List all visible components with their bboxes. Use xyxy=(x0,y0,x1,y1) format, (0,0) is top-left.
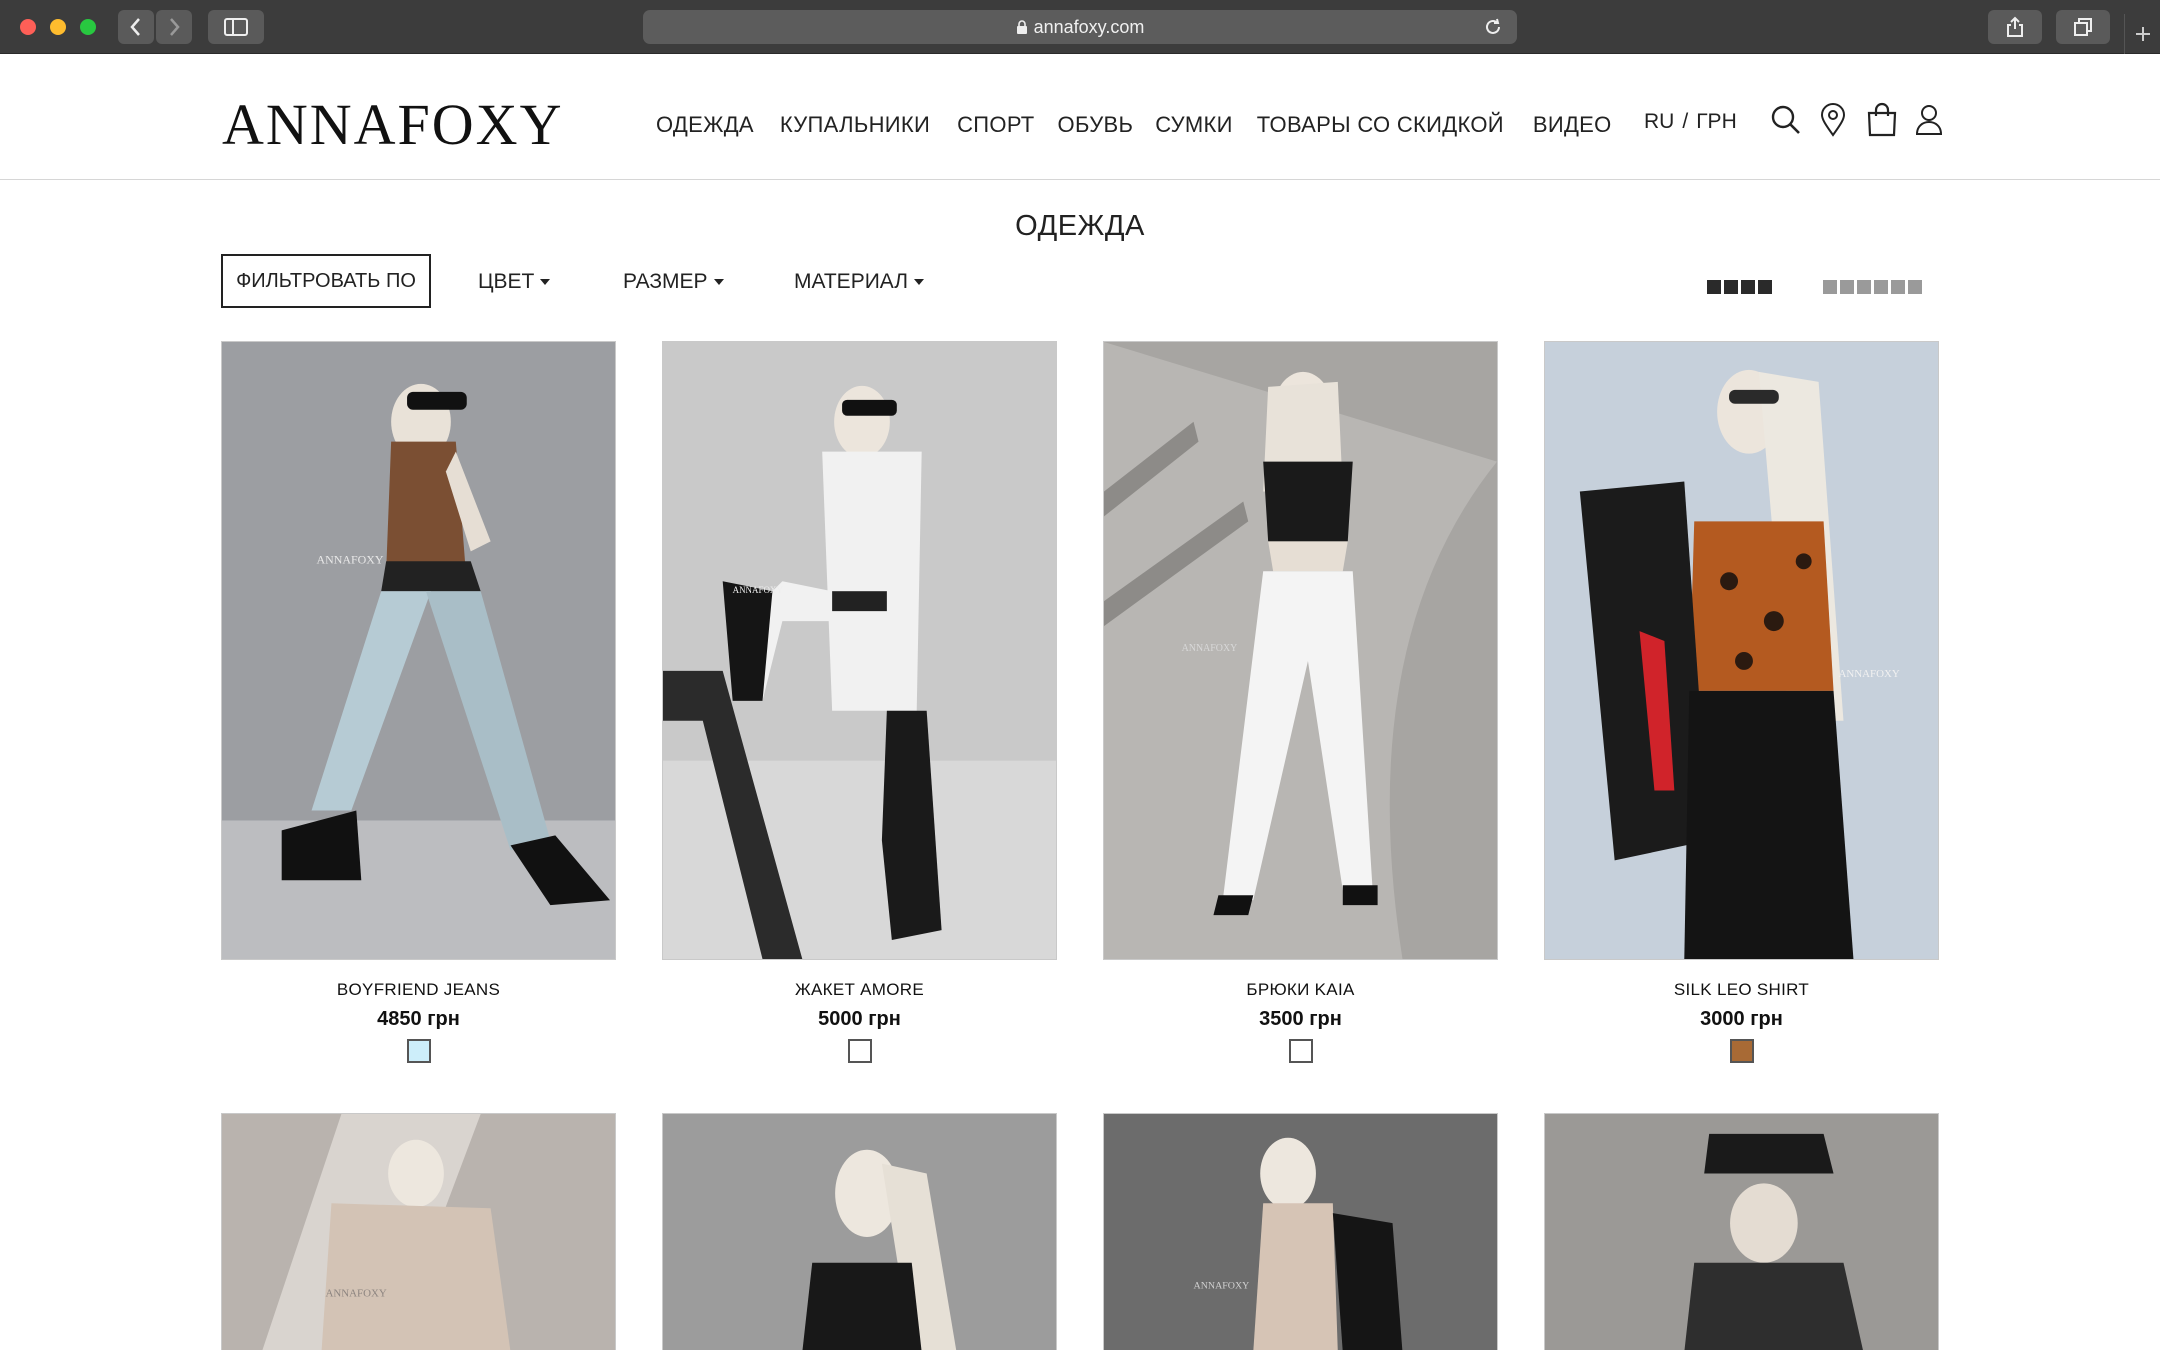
header-icons xyxy=(1770,102,1944,138)
share-icon xyxy=(2007,16,2023,37)
forward-button[interactable] xyxy=(156,10,192,44)
color-filter-label: ЦВЕТ xyxy=(478,270,535,293)
product-card[interactable]: ANNAFOXY xyxy=(221,1113,616,1350)
nav-item-video[interactable]: ВИДЕО xyxy=(1533,112,1612,138)
grid-4-columns-toggle[interactable] xyxy=(1707,280,1772,294)
nav-item-bags[interactable]: СУМКИ xyxy=(1155,112,1233,138)
material-filter-dropdown[interactable]: МАТЕРИАЛ xyxy=(794,270,925,294)
browser-toolbar: annafoxy.com xyxy=(0,0,2160,54)
page-title: ОДЕЖДА xyxy=(1015,210,1145,242)
product-photo-image: ANNAFOXY xyxy=(1545,342,1938,959)
sidebar-icon xyxy=(224,18,248,36)
url-text: annafoxy.com xyxy=(1033,16,1145,37)
currency-selector[interactable]: ГРН xyxy=(1696,110,1737,134)
product-card[interactable]: ANNAFOXY xyxy=(1103,1113,1498,1350)
tabs-icon xyxy=(2074,18,2092,36)
search-icon[interactable] xyxy=(1770,102,1800,138)
address-bar[interactable]: annafoxy.com xyxy=(643,10,1517,44)
new-tab-button[interactable] xyxy=(2124,14,2160,54)
photo-watermark: ANNAFOXY xyxy=(325,1287,386,1299)
caret-down-icon xyxy=(713,279,724,285)
product-name[interactable]: SILK LEO SHIRT xyxy=(1544,980,1939,1000)
product-photo-image: ANNAFOXY xyxy=(663,342,1056,959)
size-filter-label: РАЗМЕР xyxy=(623,270,708,293)
switcher-separator: / xyxy=(1682,110,1689,133)
product-card[interactable] xyxy=(662,1113,1057,1350)
product-photo[interactable]: ANNAFOXY xyxy=(1103,341,1498,960)
share-button[interactable] xyxy=(1988,10,2042,44)
product-card[interactable]: ANNAFOXY ЖАКЕТ AMORE 5000 грн xyxy=(662,341,1057,1063)
product-price: 3000 грн xyxy=(1700,1008,1783,1030)
product-photo-image: ANNAFOXY xyxy=(222,342,615,959)
grid-6-columns-toggle[interactable] xyxy=(1823,280,1922,294)
product-photo-image: ANNAFOXY xyxy=(1104,342,1497,959)
language-currency-switcher: RU / ГРН xyxy=(1644,110,1737,134)
product-price: 5000 грн xyxy=(818,1008,901,1030)
photo-watermark: ANNAFOXY xyxy=(1194,1281,1250,1292)
product-name[interactable]: БРЮКИ KAIA xyxy=(1103,980,1498,1000)
sidebar-button[interactable] xyxy=(208,10,264,44)
minimize-window-button[interactable] xyxy=(50,19,66,35)
main-nav: ОДЕЖДА КУПАЛЬНИКИ СПОРТ ОБУВЬ СУМКИ ТОВА… xyxy=(656,112,1612,138)
product-card[interactable]: ANNAFOXY BOYFRIEND JEANS 4850 грн xyxy=(221,341,616,1063)
close-window-button[interactable] xyxy=(20,19,36,35)
product-name[interactable]: BOYFRIEND JEANS xyxy=(221,980,616,1000)
color-swatch[interactable] xyxy=(1288,1039,1313,1063)
material-filter-label: МАТЕРИАЛ xyxy=(794,270,909,293)
chevron-right-icon xyxy=(170,18,180,36)
product-name[interactable]: ЖАКЕТ AMORE xyxy=(662,980,1057,1000)
product-photo-image xyxy=(663,1114,1056,1350)
nav-item-sale[interactable]: ТОВАРЫ СО СКИДКОЙ xyxy=(1257,112,1504,138)
plus-icon xyxy=(2135,27,2150,41)
nav-item-clothing[interactable]: ОДЕЖДА xyxy=(656,112,754,138)
color-swatch[interactable] xyxy=(847,1039,872,1063)
size-filter-dropdown[interactable]: РАЗМЕР xyxy=(623,270,724,294)
product-price: 3500 грн xyxy=(1259,1008,1342,1030)
filter-by-button[interactable]: ФИЛЬТРОВАТЬ ПО xyxy=(221,254,431,308)
product-photo[interactable]: ANNAFOXY xyxy=(221,1113,616,1350)
photo-watermark: ANNAFOXY xyxy=(733,585,784,595)
product-card[interactable]: ANNAFOXY SILK LEO SHIRT 3000 грн xyxy=(1544,341,1939,1063)
location-pin-icon[interactable] xyxy=(1818,102,1848,138)
color-swatch[interactable] xyxy=(1729,1039,1754,1063)
tabs-overview-button[interactable] xyxy=(2056,10,2110,44)
product-card[interactable] xyxy=(1544,1113,1939,1350)
caret-down-icon xyxy=(914,279,925,285)
color-filter-dropdown[interactable]: ЦВЕТ xyxy=(478,270,551,294)
product-photo[interactable]: ANNAFOXY xyxy=(662,341,1057,960)
shopping-bag-icon[interactable] xyxy=(1866,102,1897,138)
site-header: ANNAFOXY ОДЕЖДА КУПАЛЬНИКИ СПОРТ ОБУВЬ С… xyxy=(0,54,2160,180)
product-photo[interactable]: ANNAFOXY xyxy=(221,341,616,960)
nav-item-sport[interactable]: СПОРТ xyxy=(957,112,1034,138)
photo-watermark: ANNAFOXY xyxy=(1182,643,1238,654)
product-price: 4850 грн xyxy=(377,1008,460,1030)
color-swatch[interactable] xyxy=(406,1039,431,1063)
chevron-left-icon xyxy=(130,18,140,36)
photo-watermark: ANNAFOXY xyxy=(317,552,384,566)
product-photo-image xyxy=(1545,1114,1938,1350)
product-photo-image: ANNAFOXY xyxy=(222,1114,615,1350)
nav-item-shoes[interactable]: ОБУВЬ xyxy=(1058,112,1134,138)
caret-down-icon xyxy=(540,279,551,285)
reload-icon[interactable] xyxy=(1483,17,1503,37)
lock-icon xyxy=(1016,19,1027,34)
language-selector[interactable]: RU xyxy=(1644,110,1674,134)
product-photo[interactable] xyxy=(1544,1113,1939,1350)
back-button[interactable] xyxy=(118,10,154,44)
product-photo[interactable]: ANNAFOXY xyxy=(1544,341,1939,960)
product-photo-image: ANNAFOXY xyxy=(1104,1114,1497,1350)
user-account-icon[interactable] xyxy=(1914,102,1944,138)
product-photo[interactable] xyxy=(662,1113,1057,1350)
product-photo[interactable]: ANNAFOXY xyxy=(1103,1113,1498,1350)
photo-watermark: ANNAFOXY xyxy=(1839,668,1900,680)
zoom-window-button[interactable] xyxy=(80,19,96,35)
site-logo[interactable]: ANNAFOXY xyxy=(222,96,563,154)
product-card[interactable]: ANNAFOXY БРЮКИ KAIA 3500 грн xyxy=(1103,341,1498,1063)
nav-item-swimwear[interactable]: КУПАЛЬНИКИ xyxy=(780,112,930,138)
